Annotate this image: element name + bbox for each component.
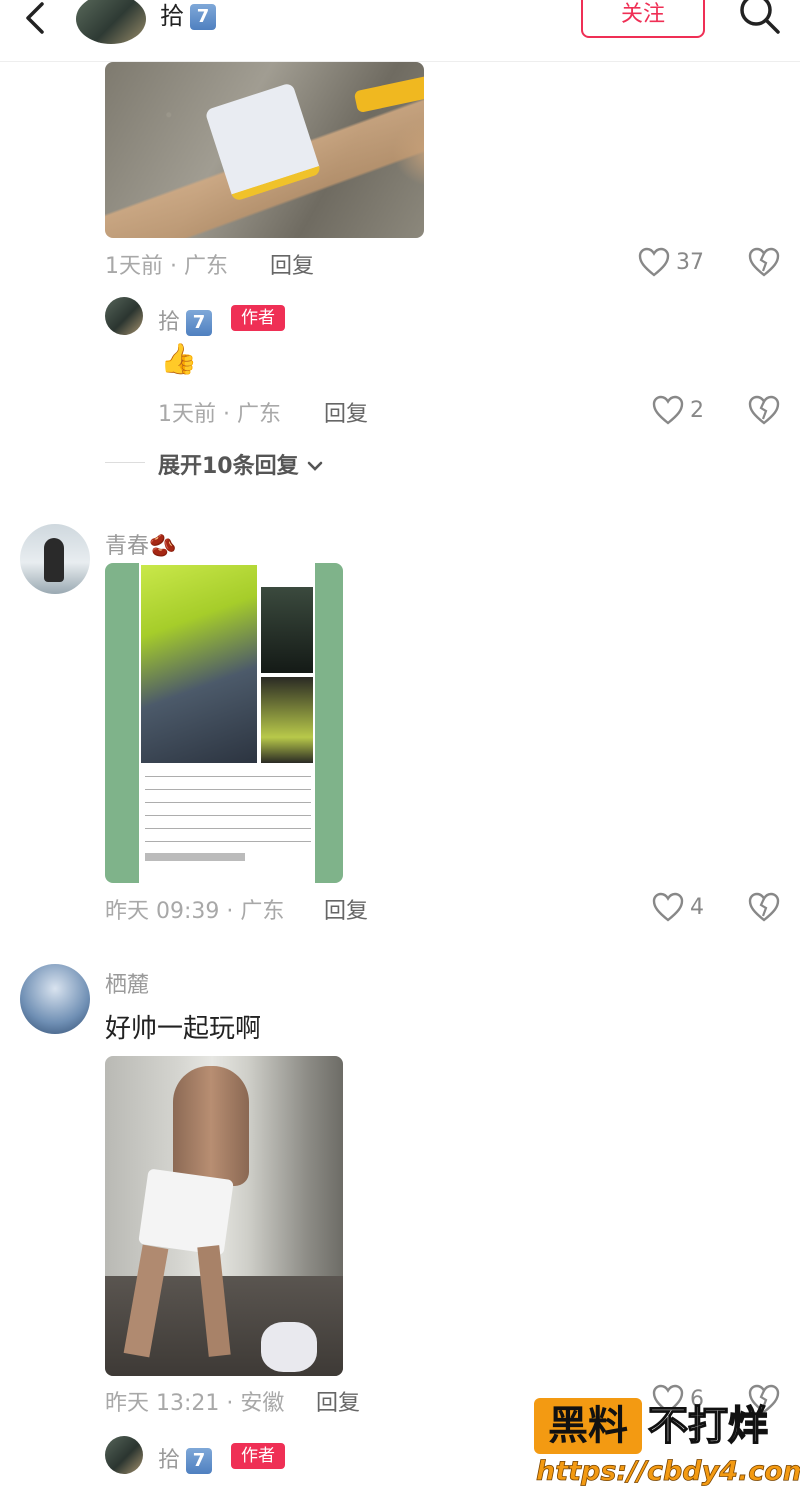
comment-username[interactable]: 栖麓 — [105, 967, 149, 999]
comment-image[interactable] — [105, 1056, 343, 1376]
back-button[interactable] — [18, 2, 58, 38]
watermark-text: 不打烊 — [647, 1402, 769, 1450]
profile-name[interactable]: 拾7 — [160, 0, 216, 31]
heart-icon — [652, 395, 684, 425]
reply-button[interactable]: 回复 — [270, 248, 314, 280]
heart-icon — [652, 892, 684, 922]
image-detail — [145, 853, 245, 861]
number-badge: 7 — [186, 1448, 213, 1474]
avatar[interactable] — [20, 964, 90, 1034]
image-detail — [145, 769, 311, 847]
like-button[interactable]: 2 — [652, 395, 704, 425]
reply-button[interactable]: 回复 — [316, 1385, 360, 1417]
dislike-icon[interactable] — [748, 247, 780, 277]
username-text: 拾 — [160, 2, 184, 30]
dislike-icon[interactable] — [748, 892, 780, 922]
like-count: 37 — [676, 249, 704, 275]
comment-meta: 1天前 · 广东 — [105, 254, 228, 279]
reply-button[interactable]: 回复 — [324, 893, 368, 925]
reply-username[interactable]: 拾7 — [158, 304, 213, 336]
comment-image[interactable] — [105, 563, 343, 883]
bean-emoji: 🫘 — [149, 534, 177, 559]
number-badge: 7 — [190, 4, 216, 30]
author-badge: 作者 — [231, 1443, 285, 1469]
reply-button[interactable]: 回复 — [324, 396, 368, 428]
heart-icon — [638, 247, 670, 277]
expand-replies-button[interactable]: 展开10条回复 — [158, 448, 324, 480]
username-text: 青春 — [105, 534, 150, 559]
image-detail — [173, 1066, 249, 1186]
search-button[interactable] — [736, 0, 784, 36]
comment-meta: 昨天 13:21 · 安徽 — [105, 1391, 285, 1416]
avatar[interactable] — [105, 297, 143, 335]
divider — [105, 462, 145, 463]
avatar[interactable] — [76, 0, 146, 44]
image-detail — [261, 587, 313, 673]
number-badge: 7 — [186, 310, 213, 336]
comment-meta: 1天前 · 广东 — [158, 402, 281, 427]
image-detail — [141, 565, 257, 763]
author-badge: 作者 — [231, 305, 285, 331]
image-detail — [261, 677, 313, 763]
like-count: 2 — [690, 397, 704, 423]
like-button[interactable]: 4 — [652, 892, 704, 922]
comment-meta: 昨天 09:39 · 广东 — [105, 899, 285, 924]
avatar[interactable] — [105, 1436, 143, 1474]
dislike-icon[interactable] — [748, 395, 780, 425]
watermark-url: https://cbdy4.com — [536, 1456, 800, 1488]
image-detail — [138, 1168, 234, 1256]
chevron-down-icon — [307, 461, 323, 471]
username-text: 拾 — [158, 1448, 181, 1473]
image-detail — [353, 72, 424, 114]
comment-image[interactable] — [105, 62, 424, 238]
follow-button[interactable]: 关注 — [581, 0, 705, 38]
comment-text: 好帅一起玩啊 — [105, 1014, 262, 1044]
top-bar: 拾7 关注 — [0, 0, 800, 62]
like-button[interactable]: 37 — [638, 247, 704, 277]
avatar[interactable] — [20, 524, 90, 594]
watermark-logo: 黑料 — [534, 1398, 642, 1454]
image-detail — [204, 82, 322, 202]
search-icon — [740, 0, 780, 34]
comment-username[interactable]: 青春🫘 — [105, 528, 176, 560]
reply-text: 👍 — [160, 342, 198, 377]
reply-username[interactable]: 拾7 — [158, 1442, 213, 1474]
like-count: 4 — [690, 894, 704, 920]
expand-label: 展开10条回复 — [158, 454, 299, 479]
username-text: 拾 — [158, 310, 181, 335]
image-detail — [261, 1322, 317, 1372]
chevron-left-icon — [26, 2, 44, 34]
